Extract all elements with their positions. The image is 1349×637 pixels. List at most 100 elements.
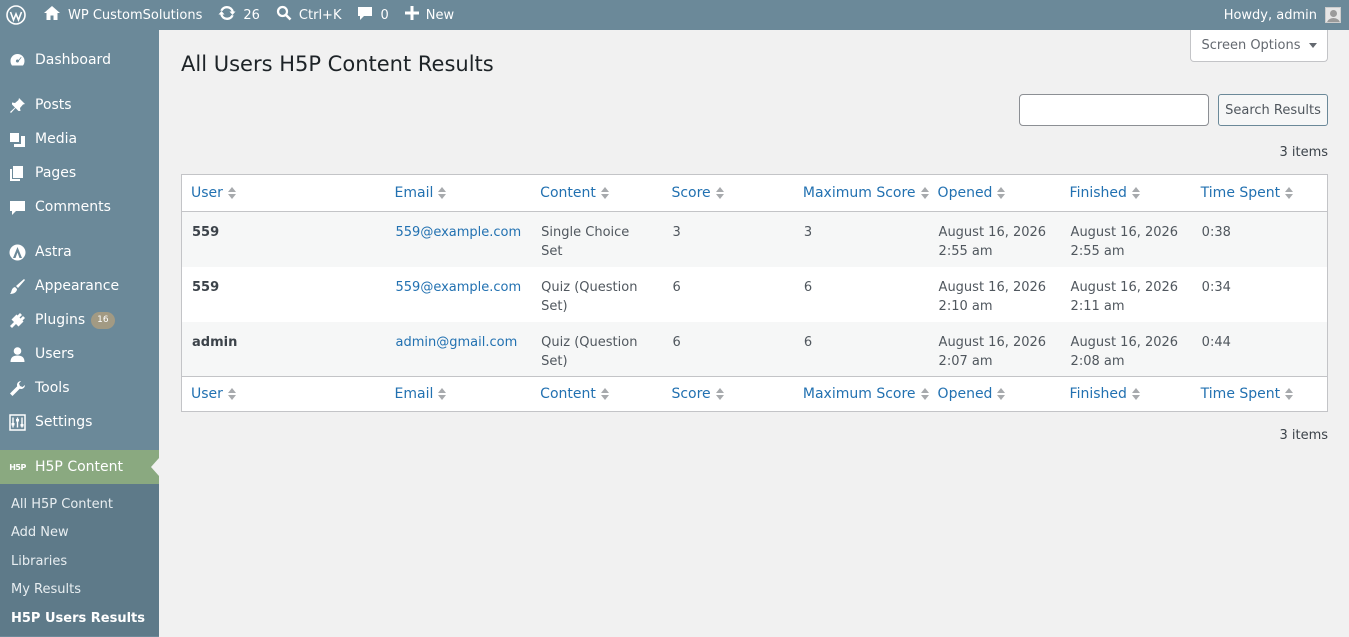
cell-time-spent: 0:34 xyxy=(1201,279,1231,295)
column-footer-content[interactable]: Content xyxy=(531,376,663,412)
updates-link[interactable]: 26 xyxy=(210,0,268,30)
finished-time: 2:08 am xyxy=(1070,353,1125,369)
column-label: Finished xyxy=(1069,386,1127,402)
column-footer-maximum-score[interactable]: Maximum Score xyxy=(793,376,929,412)
brush-icon xyxy=(9,278,26,295)
new-content-link[interactable]: New xyxy=(397,0,462,30)
site-name-link[interactable]: WP CustomSolutions xyxy=(35,0,210,30)
finished-date: August 16, 2026 xyxy=(1070,279,1179,295)
search-input[interactable] xyxy=(1019,94,1209,126)
search-icon xyxy=(276,5,292,25)
sidebar-item-users[interactable]: Users xyxy=(0,337,159,371)
sidebar-item-plugins[interactable]: Plugins 16 xyxy=(0,303,159,337)
screen-options-label: Screen Options xyxy=(1201,38,1301,53)
search-results-button[interactable]: Search Results xyxy=(1218,94,1328,126)
sidebar-item-media[interactable]: Media xyxy=(0,122,159,156)
sort-icon xyxy=(1285,387,1294,401)
sidebar-item-h5p-content[interactable]: H5P H5P Content xyxy=(0,450,159,484)
column-footer-score[interactable]: Score xyxy=(662,376,794,412)
column-footer-user[interactable]: User xyxy=(181,376,386,412)
sidebar-item-label: Dashboard xyxy=(35,52,111,68)
column-header-opened[interactable]: Opened xyxy=(928,174,1061,212)
opened-time: 2:55 am xyxy=(938,244,993,259)
submenu-h5p-users-results[interactable]: H5P Users Results xyxy=(0,604,159,633)
sort-icon xyxy=(438,186,447,200)
column-footer-email[interactable]: Email xyxy=(385,376,532,412)
sidebar-item-label: Media xyxy=(35,131,78,147)
submenu-libraries[interactable]: Libraries xyxy=(0,547,159,576)
cell-time-spent: 0:44 xyxy=(1201,334,1231,350)
pin-icon xyxy=(9,97,26,114)
finished-date: August 16, 2026 xyxy=(1070,225,1179,240)
updates-icon xyxy=(218,4,236,26)
opened-time: 2:10 am xyxy=(938,298,993,314)
cell-max-score: 3 xyxy=(803,225,813,240)
table-row: admin admin@gmail.com Quiz (Question Set… xyxy=(181,321,1328,377)
cell-email: 559@example.com xyxy=(386,212,532,267)
table-row: 559 559@example.com Quiz (Question Set) … xyxy=(182,267,1328,322)
column-header-content[interactable]: Content xyxy=(531,174,663,212)
column-header-email[interactable]: Email xyxy=(385,174,532,212)
cell-user: admin xyxy=(192,334,238,350)
sidebar-item-dashboard[interactable]: Dashboard xyxy=(0,43,159,77)
column-label: User xyxy=(191,386,223,402)
sidebar-item-comments[interactable]: Comments xyxy=(0,190,159,224)
cell-content: Single Choice Set xyxy=(541,225,630,259)
opened-date: August 16, 2026 xyxy=(938,279,1047,295)
sort-icon xyxy=(997,387,1006,401)
sort-icon xyxy=(715,186,724,200)
page-title: All Users H5P Content Results xyxy=(181,52,494,76)
plugins-update-badge: 16 xyxy=(91,311,115,329)
sidebar-item-posts[interactable]: Posts xyxy=(0,88,159,122)
column-footer-finished[interactable]: Finished xyxy=(1060,376,1192,412)
cell-max-score: 6 xyxy=(803,279,813,295)
h5p-submenu: All H5P Content Add New Libraries My Res… xyxy=(0,484,159,636)
search-shortcut: Ctrl+K xyxy=(298,7,342,23)
submenu-my-results[interactable]: My Results xyxy=(0,576,159,605)
home-icon xyxy=(43,5,61,25)
email-link[interactable]: 559@example.com xyxy=(396,280,522,295)
updates-count: 26 xyxy=(243,7,260,23)
column-label: Maximum Score xyxy=(802,185,916,201)
column-header-user[interactable]: User xyxy=(181,174,386,212)
sidebar-item-tools[interactable]: Tools xyxy=(0,371,159,405)
cell-content: Quiz (Question Set) xyxy=(541,334,638,369)
howdy-text: Howdy, admin xyxy=(1223,7,1317,23)
finished-time: 2:55 am xyxy=(1070,244,1125,259)
sidebar-item-astra[interactable]: Astra xyxy=(0,235,159,269)
column-label: Opened xyxy=(937,386,993,402)
column-header-score[interactable]: Score xyxy=(662,174,794,212)
sidebar-item-label: Posts xyxy=(35,97,72,113)
submenu-add-new[interactable]: Add New xyxy=(0,519,159,548)
sidebar-item-label: Appearance xyxy=(35,278,120,294)
site-name: WP CustomSolutions xyxy=(68,7,203,23)
my-account-link[interactable]: Howdy, admin xyxy=(1216,0,1349,30)
cell-content: Quiz (Question Set) xyxy=(541,279,638,314)
comment-icon xyxy=(357,5,373,25)
wordpress-logo-icon[interactable] xyxy=(0,0,35,30)
column-footer-opened[interactable]: Opened xyxy=(928,376,1061,412)
column-header-time-spent[interactable]: Time Spent xyxy=(1191,174,1328,212)
sidebar-item-appearance[interactable]: Appearance xyxy=(0,269,159,303)
command-search-link[interactable]: Ctrl+K xyxy=(268,0,350,30)
column-label: Time Spent xyxy=(1200,386,1281,402)
column-footer-time-spent[interactable]: Time Spent xyxy=(1191,376,1328,412)
sidebar-item-label: Comments xyxy=(35,199,111,215)
column-label: Content xyxy=(540,185,596,201)
sort-icon xyxy=(920,186,929,200)
email-link[interactable]: admin@gmail.com xyxy=(396,335,518,350)
items-count-bottom: 3 items xyxy=(1279,428,1328,443)
h5p-icon: H5P xyxy=(9,462,26,472)
cell-score: 3 xyxy=(672,225,681,240)
plus-icon xyxy=(404,6,419,24)
sidebar-item-pages[interactable]: Pages xyxy=(0,156,159,190)
screen-options-button[interactable]: Screen Options xyxy=(1190,30,1328,62)
sidebar-item-settings[interactable]: Settings xyxy=(0,405,159,439)
cell-user: 559 xyxy=(192,279,220,295)
column-header-maximum-score[interactable]: Maximum Score xyxy=(793,174,929,212)
user-icon xyxy=(9,346,26,363)
email-link[interactable]: 559@example.com xyxy=(396,225,522,240)
column-header-finished[interactable]: Finished xyxy=(1060,174,1192,212)
comments-link[interactable]: 0 xyxy=(349,0,396,30)
submenu-all-h5p-content[interactable]: All H5P Content xyxy=(0,490,159,519)
